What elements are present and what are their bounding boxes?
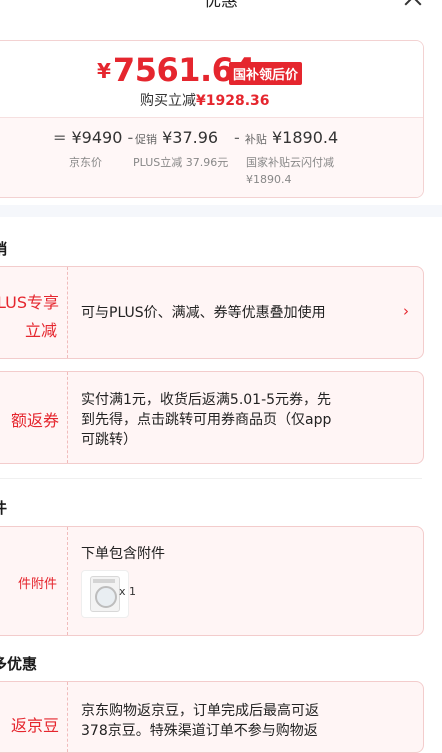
promo-jd-desc-line2: 378京豆。特殊渠道订单不参与购物返	[81, 723, 318, 739]
promo-plus-line1: LUS专享	[0, 293, 59, 312]
promo-jd-desc-line1: 京东购物返京豆，订单完成后最高可返	[81, 703, 319, 719]
price-breakdown: = ¥9490 - 京东价 促销 ¥37.96 PLUS立减 37.96元 - …	[0, 117, 423, 197]
section-separator	[0, 205, 442, 217]
attachment-desc: 下单包含附件	[81, 546, 165, 562]
minus-sign-2: -	[234, 128, 240, 147]
promo-plus-line2: 立减	[24, 321, 57, 340]
promo-price-row: 促销 ¥37.96	[135, 128, 218, 147]
subsidy-badge: 国补领后价	[229, 62, 303, 85]
discount-summary: 购买立减¥1928.36	[140, 90, 270, 110]
minus-sign: -	[127, 128, 134, 147]
promo-coupon-desc-line3: 可跳转）	[81, 432, 137, 448]
promo-coupon-desc: 实付满1元，收货后返满5.01-5元券，先 到先得，点击跳转可用券商品页（仅ap…	[81, 390, 331, 450]
subsidy-label: 国家补贴云闪付减 ¥1890.4	[246, 154, 334, 188]
equals-sign: =	[53, 128, 67, 147]
promo-jd-desc: 京东购物返京豆，订单完成后最高可返 378京豆。特殊渠道订单不参与购物返	[81, 701, 319, 741]
discount-label: 购买立减	[140, 93, 196, 109]
subsidy-label-line2: ¥1890.4	[246, 173, 292, 186]
promo-jd-label: 返京豆	[10, 716, 59, 735]
base-price: ¥9490	[71, 128, 123, 147]
base-price-row: = ¥9490 -	[53, 128, 133, 147]
promo-tag: 促销	[135, 133, 157, 146]
promo-coupon-desc-line1: 实付满1元，收货后返满5.01-5元券，先	[81, 392, 332, 408]
section-title-promo: 销	[0, 238, 7, 259]
section-title-attach: 件	[0, 497, 7, 518]
section-title-more: 多优惠	[0, 655, 38, 673]
currency-symbol: ¥	[97, 59, 111, 83]
promo-coupon-tag: 额返券	[0, 372, 68, 463]
promo-plus-tag: LUS专享 立减	[0, 267, 68, 358]
price-top-section: ¥7561.64 国补领后价 购买立减¥1928.36	[0, 41, 423, 117]
subsidy-label-line1: 国家补贴云闪付减	[246, 156, 334, 169]
promo-label: PLUS立减 37.96元	[133, 156, 229, 169]
washer-image	[90, 576, 120, 612]
attachment-quantity: x 1	[119, 585, 137, 598]
promo-jd-card[interactable]: 返京豆 京东购物返京豆，订单完成后最高可返 378京豆。特殊渠道订单不参与购物返	[0, 681, 424, 753]
price-summary-card: ¥7561.64 国补领后价 购买立减¥1928.36 = ¥9490 - 京东…	[0, 40, 424, 198]
promo-coupon-desc-line2: 到先得，点击跳转可用券商品页（仅app	[81, 412, 332, 428]
attachment-card: 件附件 下单包含附件 x 1	[0, 526, 424, 636]
subsidy-price: ¥1890.4	[271, 128, 339, 147]
page-title: 优惠	[204, 0, 238, 11]
promo-coupon-label: 额返券	[10, 411, 59, 430]
base-price-label: 京东价	[69, 156, 102, 169]
attachment-tag: 件附件	[0, 527, 68, 635]
promo-plus-desc: 可与PLUS价、满减、券等优惠叠加使用	[81, 305, 326, 321]
chevron-right-icon[interactable]: ›	[403, 302, 409, 320]
washer-door	[95, 586, 117, 608]
promo-jd-tag: 返京豆	[0, 682, 68, 752]
subsidy-price-row: - 补贴 ¥1890.4	[234, 128, 338, 147]
washer-panel	[93, 579, 115, 583]
promo-price: ¥37.96	[162, 128, 219, 147]
attachment-label: 件附件	[17, 577, 57, 592]
discount-amount: ¥1928.36	[196, 93, 270, 109]
close-icon[interactable]	[404, 0, 422, 6]
promo-coupon-card[interactable]: 额返券 实付满1元，收货后返满5.01-5元券，先 到先得，点击跳转可用券商品页…	[0, 371, 424, 464]
promo-plus-card[interactable]: LUS专享 立减 可与PLUS价、满减、券等优惠叠加使用 ›	[0, 266, 424, 359]
divider	[0, 478, 422, 479]
subsidy-tag: 补贴	[244, 133, 267, 146]
